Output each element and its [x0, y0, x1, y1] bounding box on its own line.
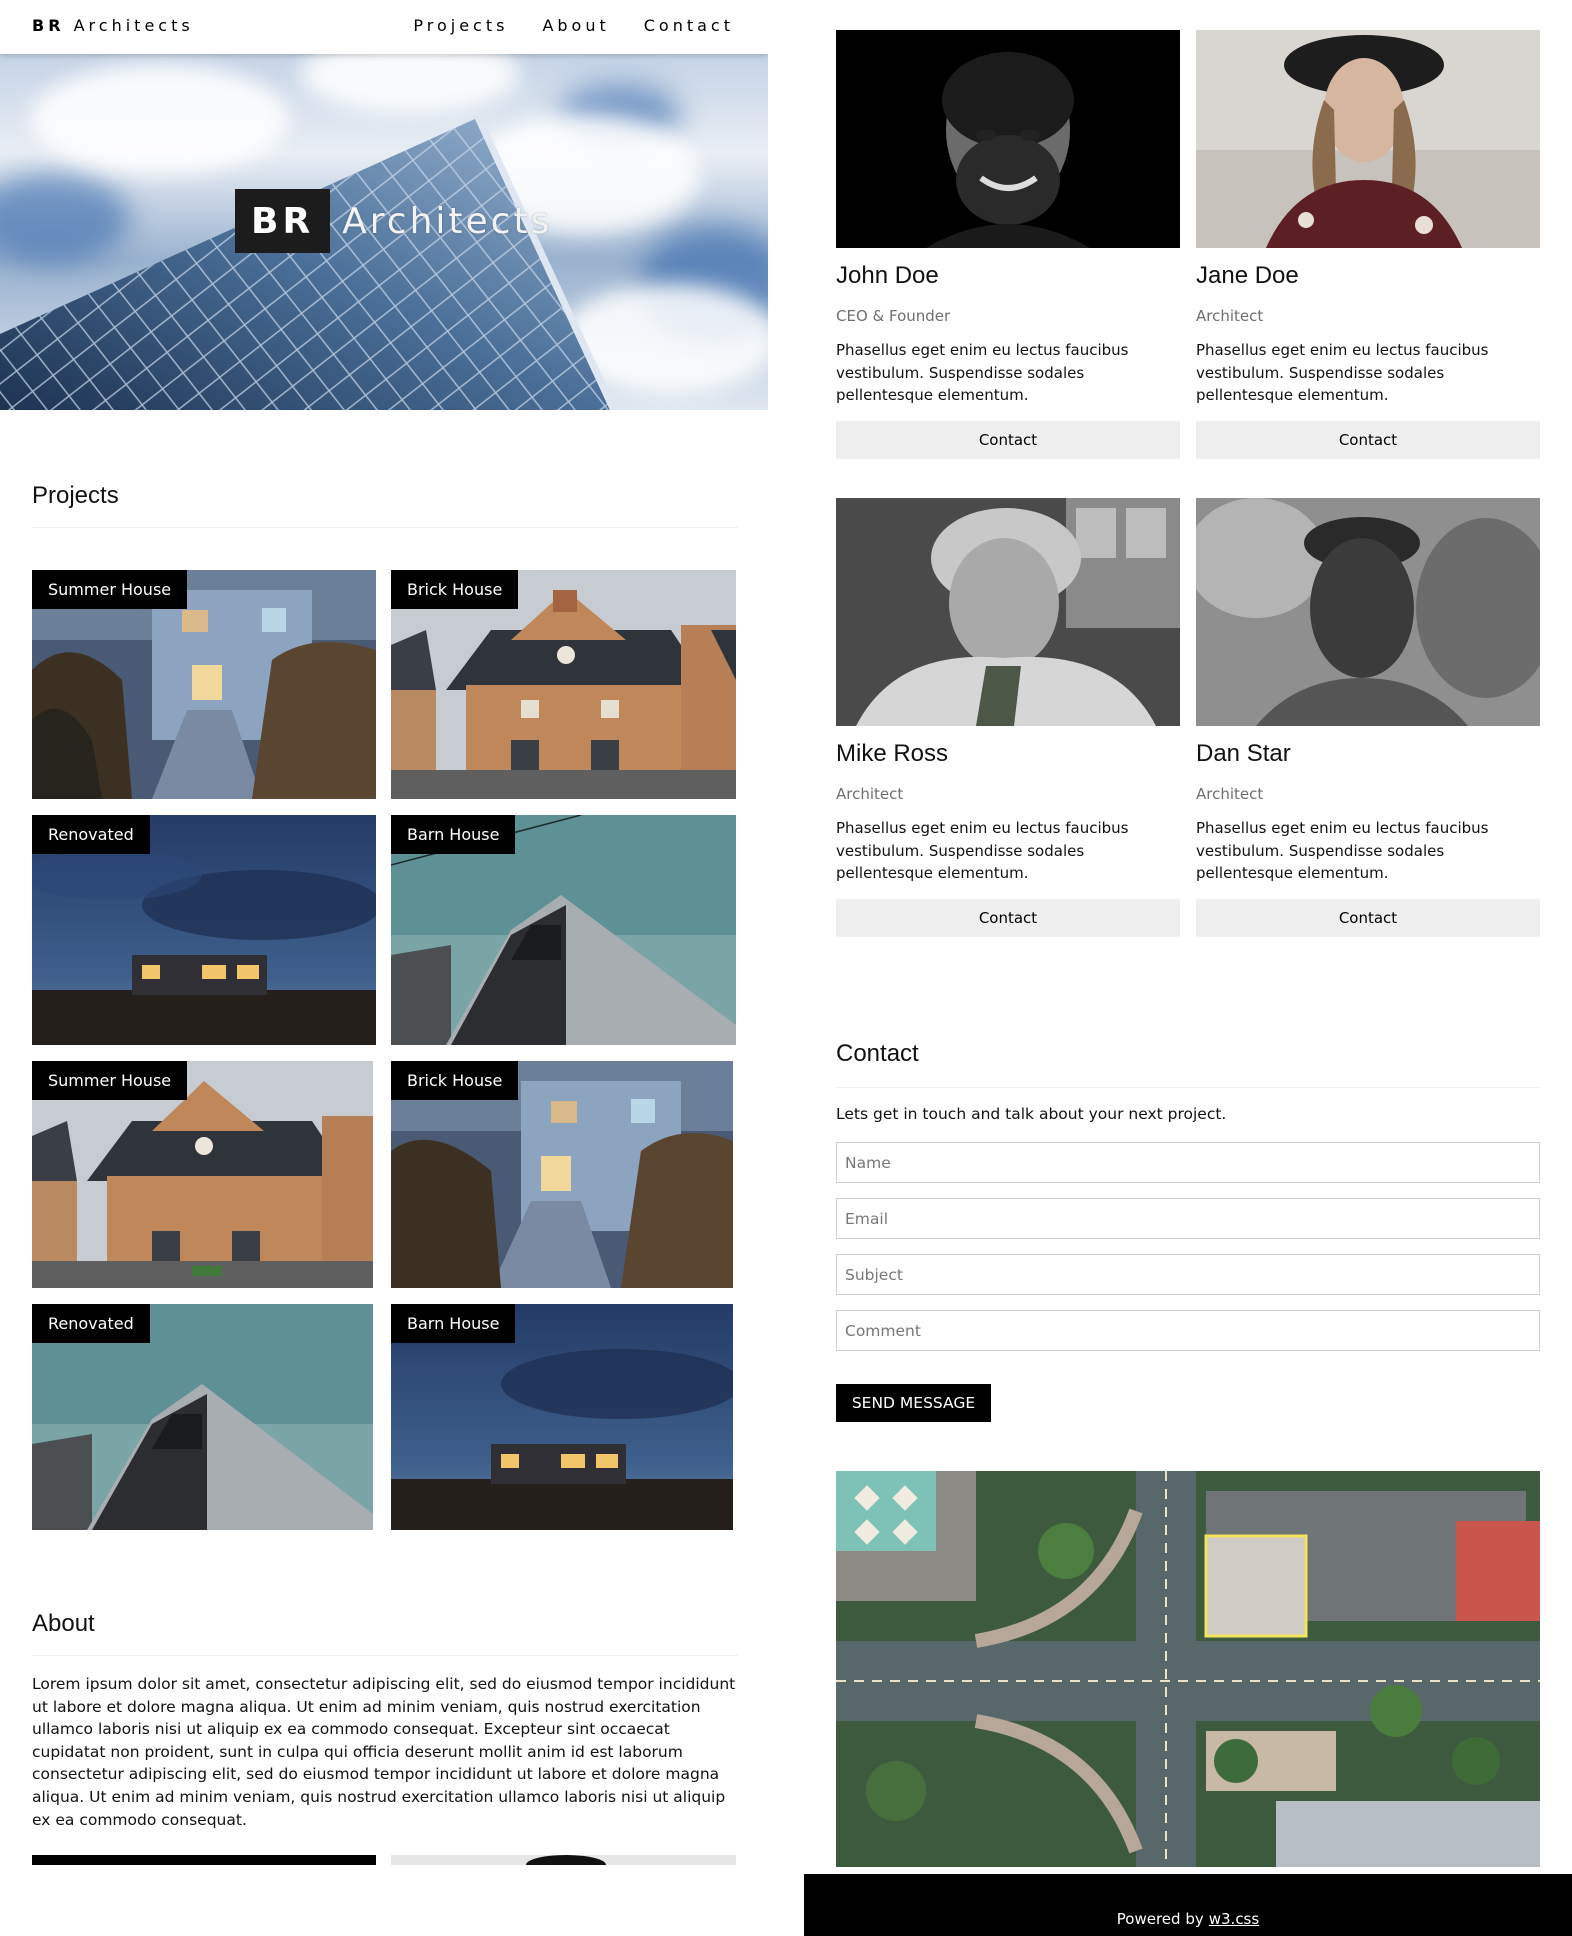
team-photo-teaser: [32, 1855, 376, 1865]
project-card[interactable]: Renovated: [32, 1304, 373, 1530]
contact-button[interactable]: Contact: [1196, 420, 1540, 459]
project-card[interactable]: Renovated: [32, 815, 376, 1045]
about-heading: About: [32, 1610, 95, 1637]
team-name: Jane Doe: [1196, 262, 1299, 289]
project-label: Summer House: [32, 1061, 188, 1100]
team-role: Architect: [1196, 785, 1264, 803]
contact-heading: Contact: [836, 1040, 919, 1067]
subject-field[interactable]: Subject: [836, 1254, 1540, 1295]
top-navbar: BR Architects Projects About Contact: [0, 0, 768, 54]
nav-brand-rest: Architects: [73, 16, 194, 35]
about-divider: [32, 1655, 738, 1656]
nav-brand[interactable]: BR Architects: [32, 16, 194, 35]
team-role: Architect: [1196, 307, 1264, 325]
team-role: CEO & Founder: [836, 307, 951, 325]
name-field[interactable]: Name: [836, 1142, 1540, 1183]
contact-divider: [836, 1087, 1540, 1088]
projects-heading: Projects: [32, 482, 119, 509]
project-card[interactable]: Summer House: [32, 570, 376, 799]
contact-lead: Lets get in touch and talk about your ne…: [836, 1105, 1227, 1123]
project-card[interactable]: Barn House: [391, 815, 736, 1045]
send-message-button[interactable]: SEND MESSAGE: [836, 1384, 991, 1422]
contact-button[interactable]: Contact: [836, 898, 1180, 937]
portrait-image: [1196, 498, 1540, 726]
team-name: John Doe: [836, 262, 939, 289]
footer: Powered by w3.css: [804, 1874, 1572, 1936]
hero-title-badge: BR: [235, 189, 331, 253]
aerial-city-image: [836, 1471, 1540, 1867]
comment-field[interactable]: Comment: [836, 1310, 1540, 1351]
project-label: Barn House: [391, 1304, 516, 1343]
nav-links: Projects About Contact: [413, 16, 734, 35]
project-label: Summer House: [32, 570, 188, 609]
team-description: Phasellus eget enim eu lectus faucibus v…: [836, 819, 1129, 882]
team-name: Mike Ross: [836, 740, 949, 767]
left-column: BR Architects Projects About Contact BR …: [0, 0, 768, 1936]
project-card[interactable]: Brick House: [391, 1061, 733, 1288]
footer-link[interactable]: w3.css: [1209, 1910, 1259, 1928]
contact-button[interactable]: Contact: [836, 420, 1180, 459]
project-label: Renovated: [32, 1304, 150, 1343]
team-card: Dan Star Architect Phasellus eget enim e…: [1196, 498, 1540, 937]
nav-link-contact[interactable]: Contact: [644, 16, 734, 35]
team-description: Phasellus eget enim eu lectus faucibus v…: [1196, 341, 1489, 404]
project-card[interactable]: Brick House: [391, 570, 736, 799]
project-card[interactable]: Barn House: [391, 1304, 733, 1530]
right-column: John Doe CEO & Founder Phasellus eget en…: [804, 0, 1572, 1936]
team-role: Architect: [836, 785, 904, 803]
team-card: John Doe CEO & Founder Phasellus eget en…: [836, 30, 1180, 459]
nav-brand-bold: BR: [32, 16, 65, 35]
team-photo: [836, 498, 1180, 726]
email-field[interactable]: Email: [836, 1198, 1540, 1239]
team-photo: [1196, 30, 1540, 248]
about-text: Lorem ipsum dolor sit amet, consectetur …: [32, 1675, 736, 1829]
portrait-image: [1196, 30, 1540, 248]
project-label: Renovated: [32, 815, 150, 854]
team-photo: [836, 30, 1180, 248]
project-label: Barn House: [391, 815, 516, 854]
footer-prefix: Powered by: [1116, 1910, 1204, 1928]
hero-title: BR Architects: [235, 189, 552, 253]
projects-divider: [32, 527, 738, 528]
team-photo-teaser: [391, 1855, 736, 1865]
team-card: Mike Ross Architect Phasellus eget enim …: [836, 498, 1180, 937]
team-description: Phasellus eget enim eu lectus faucibus v…: [836, 341, 1129, 404]
project-card[interactable]: Summer House: [32, 1061, 373, 1288]
nav-link-projects[interactable]: Projects: [413, 16, 508, 35]
aerial-map-image: [836, 1471, 1540, 1867]
team-photo: [1196, 498, 1540, 726]
project-label: Brick House: [391, 570, 519, 609]
portrait-image: [836, 30, 1180, 248]
team-description: Phasellus eget enim eu lectus faucibus v…: [1196, 819, 1489, 882]
hero-banner: BR Architects: [0, 54, 768, 410]
project-label: Brick House: [391, 1061, 519, 1100]
team-name: Dan Star: [1196, 740, 1291, 767]
contact-button[interactable]: Contact: [1196, 898, 1540, 937]
portrait-image: [836, 498, 1180, 726]
nav-link-about[interactable]: About: [542, 16, 609, 35]
team-card: Jane Doe Architect Phasellus eget enim e…: [1196, 30, 1540, 459]
hero-title-text: Architects: [342, 200, 553, 242]
